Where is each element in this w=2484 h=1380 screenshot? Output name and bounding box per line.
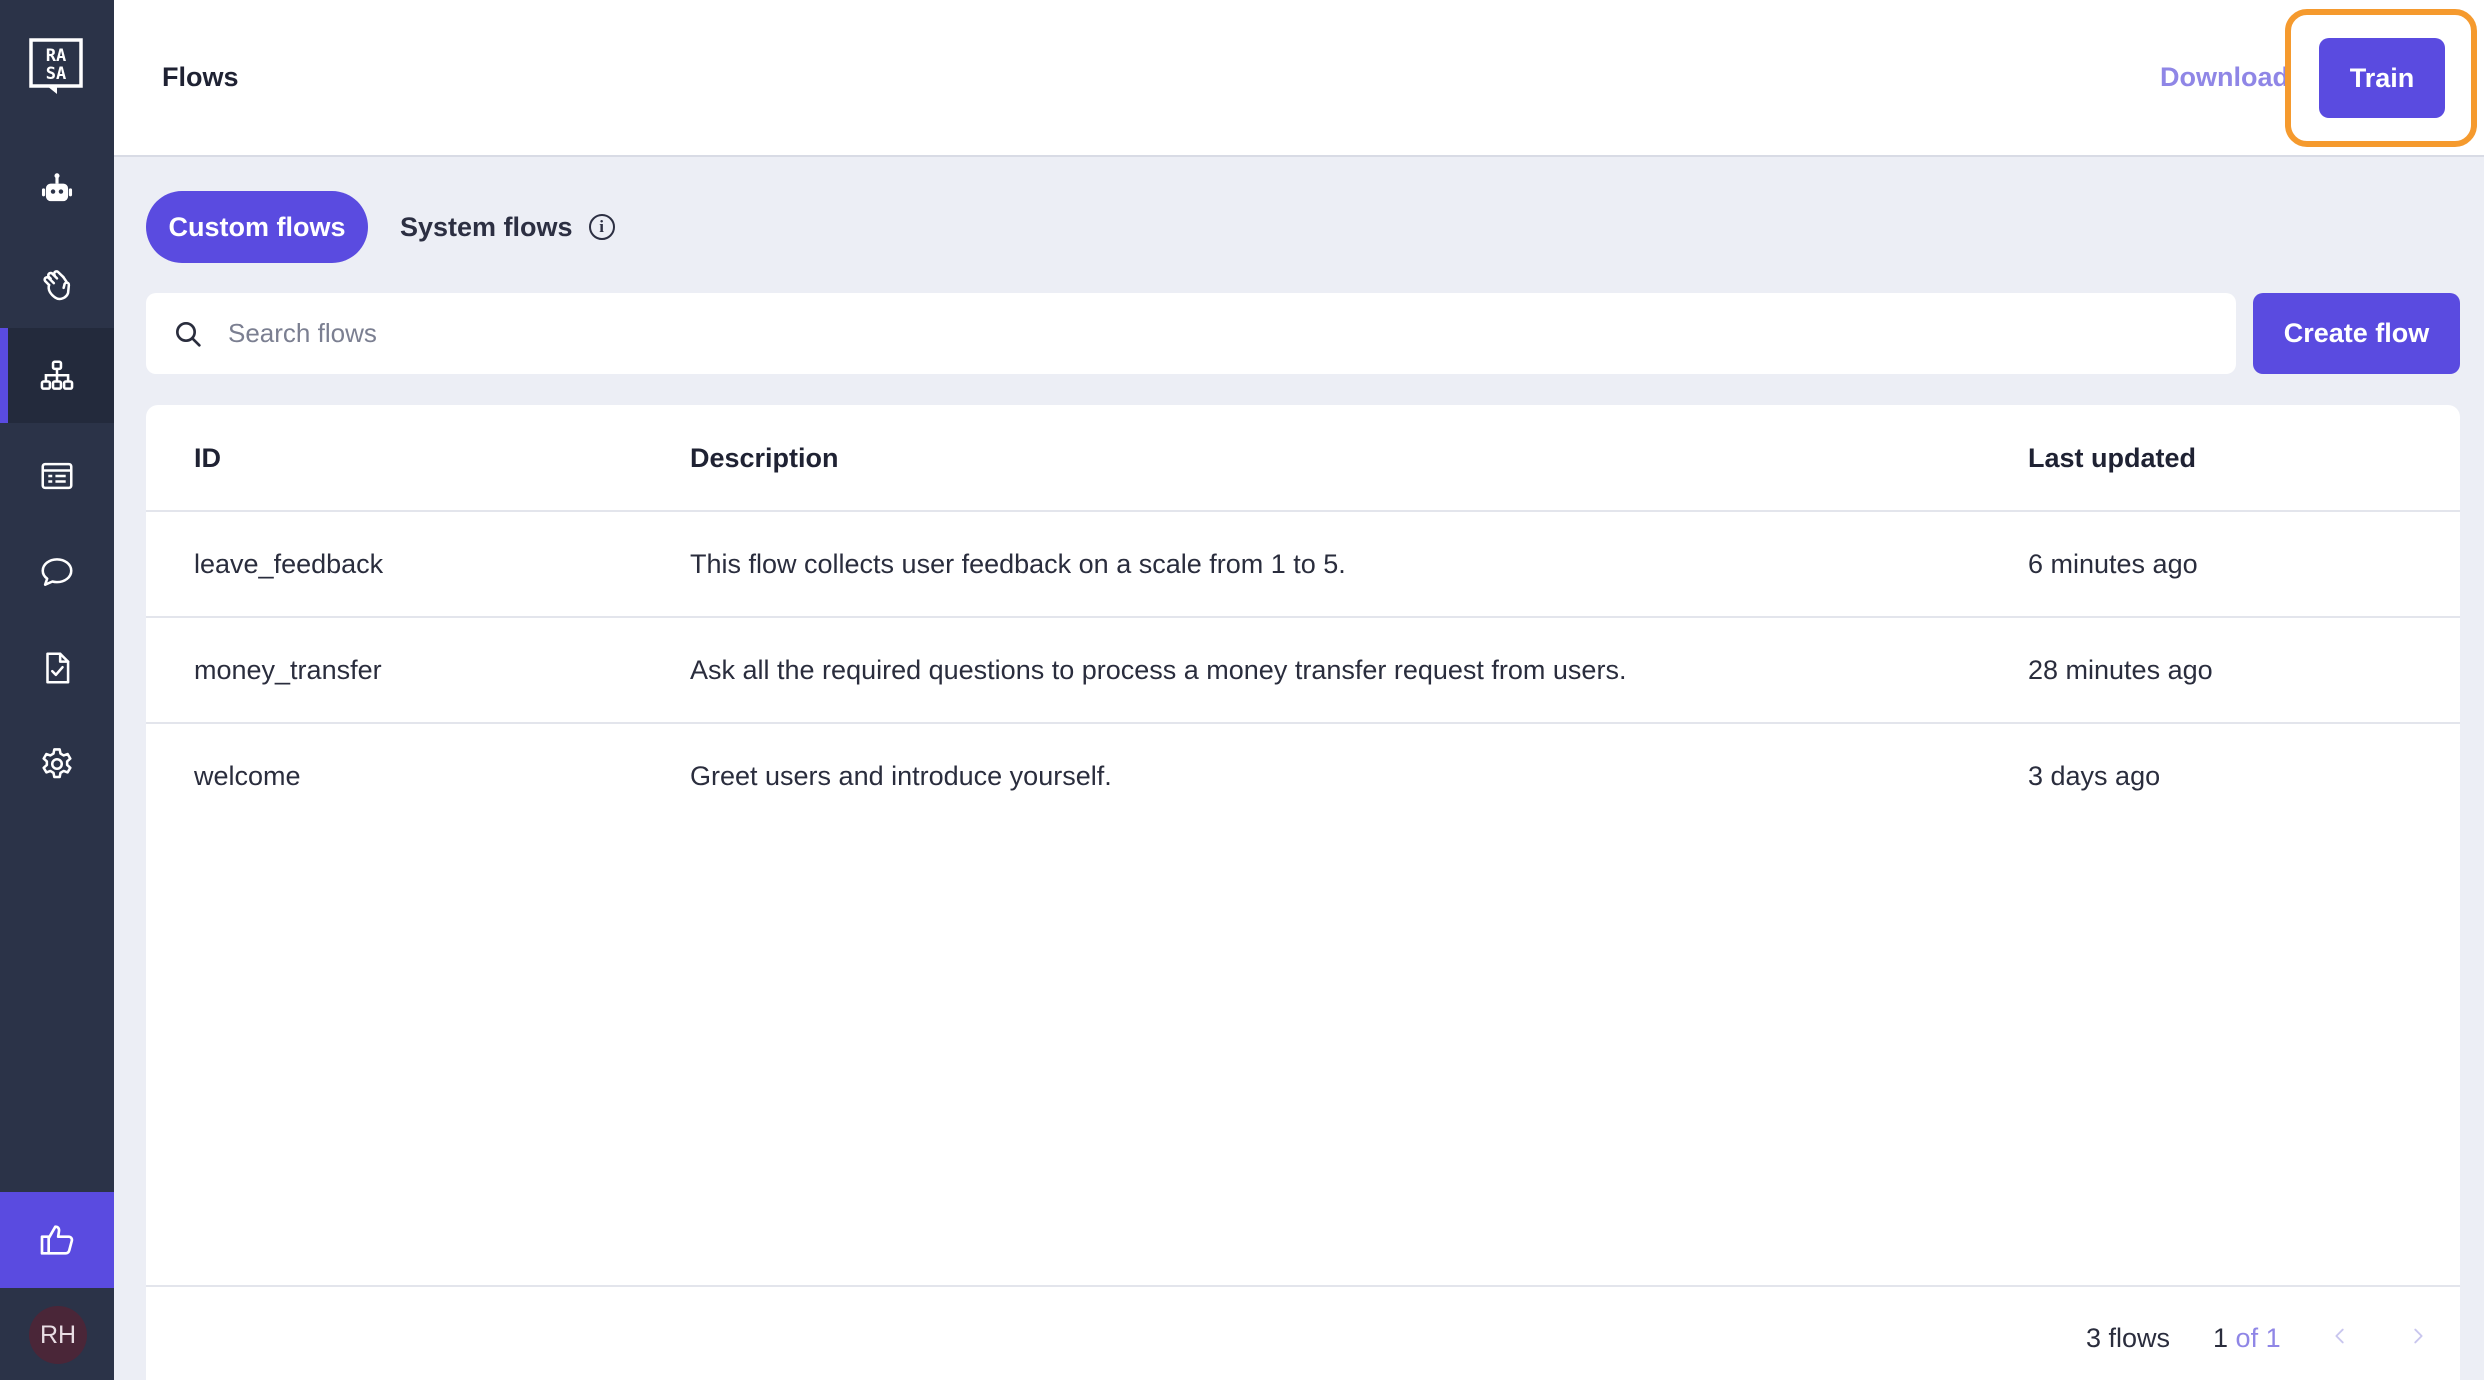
chevron-left-icon xyxy=(2335,1328,2344,1344)
tab-system-flows[interactable]: System flows i xyxy=(400,191,615,263)
svg-text:SA: SA xyxy=(46,64,66,84)
table-footer: 3 flows 1 of 1 xyxy=(146,1285,2460,1380)
search-bar xyxy=(146,293,2236,374)
flows-table: ID Description Last updated leave_feedba… xyxy=(146,405,2460,1380)
page-total: of 1 xyxy=(2235,1323,2281,1353)
next-page-button[interactable] xyxy=(2403,1321,2433,1351)
flow-count: 3 flows xyxy=(2086,1323,2171,1353)
thumbs-up-icon xyxy=(40,1225,74,1255)
column-header-description[interactable]: Description xyxy=(690,443,839,474)
svg-text:RA: RA xyxy=(46,46,66,66)
search-input[interactable] xyxy=(228,318,2128,349)
cell-description: Greet users and introduce yourself. xyxy=(690,761,1112,791)
avatar[interactable]: RH xyxy=(29,1306,87,1364)
page-title: Flows xyxy=(162,62,239,92)
cell-description: Ask all the required questions to proces… xyxy=(690,655,1627,685)
sidebar-item-settings[interactable] xyxy=(0,716,114,811)
gear-icon xyxy=(42,747,72,778)
cell-last-updated: 28 minutes ago xyxy=(2028,655,2213,685)
search-icon xyxy=(176,321,201,347)
download-link[interactable]: Download xyxy=(2160,62,2289,93)
column-header-last-updated[interactable]: Last updated xyxy=(2028,443,2196,474)
sidebar-item-flows[interactable] xyxy=(0,328,114,423)
prev-page-button[interactable] xyxy=(2325,1321,2355,1351)
page-current: 1 xyxy=(2213,1323,2229,1353)
cell-id: money_transfer xyxy=(194,655,382,685)
sidebar-item-conversations[interactable] xyxy=(0,524,114,619)
tab-system-flows-label: System flows xyxy=(400,211,573,242)
header: Flows Download Train xyxy=(114,0,2484,157)
rasa-logo[interactable]: RA SA xyxy=(27,36,87,96)
sidebar-item-responses[interactable] xyxy=(0,428,114,523)
table-row[interactable]: money_transfer Ask all the required ques… xyxy=(146,616,2460,722)
column-header-id[interactable]: ID xyxy=(194,443,221,474)
pagination-info: 1 of 1 xyxy=(2213,1323,2281,1354)
sidebar: RA SA RH xyxy=(0,0,114,1380)
sidebar-item-assistant[interactable] xyxy=(0,142,114,237)
checklist-icon xyxy=(46,651,70,684)
cell-last-updated: 6 minutes ago xyxy=(2028,549,2198,579)
info-icon[interactable]: i xyxy=(588,214,615,240)
wave-hand-icon xyxy=(43,269,71,300)
table-row[interactable]: leave_feedback This flow collects user f… xyxy=(146,510,2460,616)
chevron-right-icon xyxy=(2414,1328,2423,1344)
robot-icon xyxy=(41,172,73,201)
cell-description: This flow collects user feedback on a sc… xyxy=(690,549,1346,579)
tab-custom-flows[interactable]: Custom flows xyxy=(146,191,368,263)
responses-icon xyxy=(41,462,73,489)
cell-id: leave_feedback xyxy=(194,549,384,579)
create-flow-button[interactable]: Create flow xyxy=(2253,293,2460,374)
flows-icon xyxy=(40,359,74,390)
sidebar-item-tests[interactable] xyxy=(0,620,114,715)
feedback-button[interactable] xyxy=(0,1192,114,1288)
cell-id: welcome xyxy=(194,761,301,791)
chat-icon xyxy=(41,557,73,586)
cell-last-updated: 3 days ago xyxy=(2028,761,2161,791)
train-button[interactable]: Train xyxy=(2319,38,2445,118)
table-row[interactable]: welcome Greet users and introduce yourse… xyxy=(146,722,2460,828)
sidebar-item-greetings[interactable] xyxy=(0,237,114,332)
